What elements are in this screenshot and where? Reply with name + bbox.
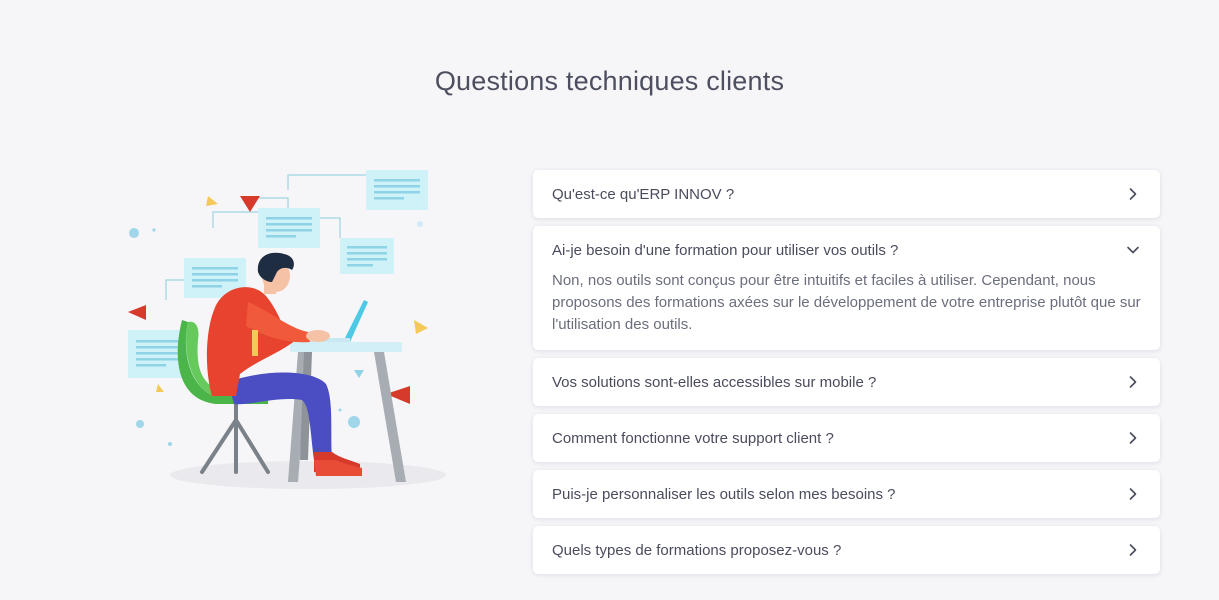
- page-title: Questions techniques clients: [434, 66, 785, 96]
- faq-item: Quels types de formations proposez-vous …: [533, 526, 1160, 574]
- faq-question: Puis-je personnaliser les outils selon m…: [552, 485, 896, 503]
- chevron-right-icon: [1129, 188, 1137, 200]
- person-at-laptop-illustration: [118, 160, 458, 500]
- faq-question-toggle[interactable]: Quels types de formations proposez-vous …: [533, 526, 1160, 574]
- faq-item: Puis-je personnaliser les outils selon m…: [533, 470, 1160, 518]
- chevron-down-icon: [1127, 246, 1139, 254]
- faq-question-toggle[interactable]: Comment fonctionne votre support client …: [533, 414, 1160, 462]
- faq-question-toggle[interactable]: Ai-je besoin d'une formation pour utilis…: [533, 226, 1160, 274]
- faq-question-toggle[interactable]: Puis-je personnaliser les outils selon m…: [533, 470, 1160, 518]
- faq-item: Vos solutions sont-elles accessibles sur…: [533, 358, 1160, 406]
- faq-item-expanded: Ai-je besoin d'une formation pour utilis…: [533, 226, 1160, 350]
- chevron-right-icon: [1129, 544, 1137, 556]
- chevron-right-icon: [1129, 488, 1137, 500]
- faq-question: Comment fonctionne votre support client …: [552, 429, 834, 447]
- faq-item: Comment fonctionne votre support client …: [533, 414, 1160, 462]
- faq-item: Qu'est-ce qu'ERP INNOV ?: [533, 170, 1160, 218]
- faq-question-toggle[interactable]: Qu'est-ce qu'ERP INNOV ?: [533, 170, 1160, 218]
- chevron-right-icon: [1129, 432, 1137, 444]
- faq-question-toggle[interactable]: Vos solutions sont-elles accessibles sur…: [533, 358, 1160, 406]
- faq-question: Qu'est-ce qu'ERP INNOV ?: [552, 185, 735, 203]
- faq-list: Qu'est-ce qu'ERP INNOV ? Ai-je besoin d'…: [533, 170, 1160, 582]
- faq-question: Quels types de formations proposez-vous …: [552, 541, 842, 559]
- faq-question: Ai-je besoin d'une formation pour utilis…: [552, 241, 899, 259]
- faq-question: Vos solutions sont-elles accessibles sur…: [552, 373, 877, 391]
- faq-answer: Non, nos outils sont conçus pour être in…: [552, 272, 1141, 333]
- person-at-laptop-icon: [128, 170, 446, 489]
- chevron-right-icon: [1129, 376, 1137, 388]
